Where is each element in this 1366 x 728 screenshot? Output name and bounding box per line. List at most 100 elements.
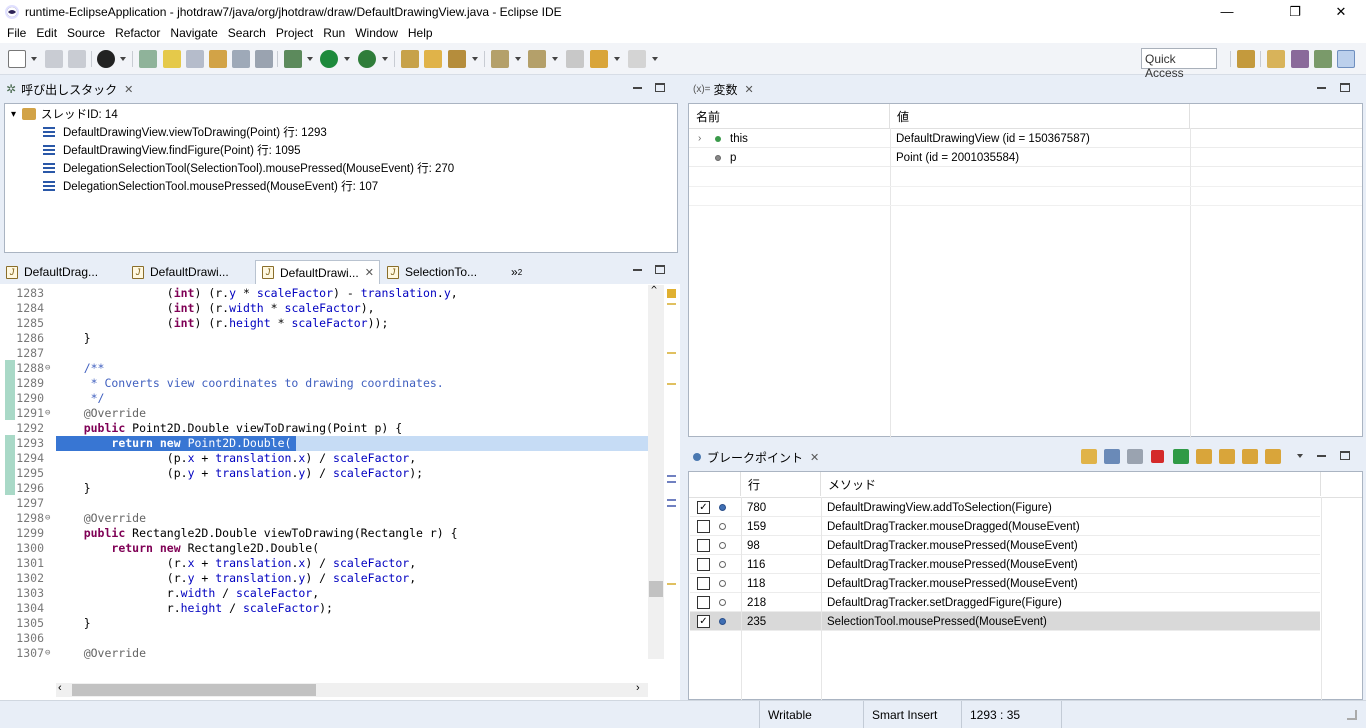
- breakpoints-tab[interactable]: ブレークポイント ✕: [687, 445, 825, 469]
- callstack-tab[interactable]: ✲ 呼び出しスタック ✕: [0, 77, 139, 101]
- breakpoint-row[interactable]: 98 DefaultDragTracker.mousePressed(MouseE…: [690, 536, 1320, 555]
- minimize-view-icon[interactable]: [1317, 455, 1326, 457]
- java-browsing-perspective-icon[interactable]: [1337, 50, 1355, 68]
- maximize-view-icon[interactable]: [1340, 451, 1350, 460]
- breakpoint-enabled-checkbox[interactable]: ✓: [697, 615, 710, 628]
- menu-run[interactable]: Run: [318, 26, 350, 40]
- debug-icon[interactable]: [284, 50, 302, 68]
- prev-edit-dropdown-icon[interactable]: [552, 57, 558, 61]
- overview-ruler[interactable]: [664, 285, 680, 659]
- debug-config-dropdown-icon[interactable]: [120, 57, 126, 61]
- insert-mode-status[interactable]: Smart Insert: [863, 701, 961, 728]
- code-line[interactable]: 1287: [0, 346, 664, 361]
- occurrence-marker[interactable]: [667, 352, 676, 354]
- breakpoint-row[interactable]: 116 DefaultDragTracker.mousePressed(Mouse…: [690, 555, 1320, 574]
- breakpoint-enabled-checkbox[interactable]: [697, 596, 710, 609]
- maximize-view-icon[interactable]: [655, 265, 665, 274]
- breakpoint-row[interactable]: 159 DefaultDragTracker.mouseDragged(Mouse…: [690, 517, 1320, 536]
- variable-row[interactable]: › this DefaultDrawingView (id = 15036758…: [689, 129, 1362, 148]
- code-line[interactable]: 1296 }: [0, 481, 664, 496]
- menu-help[interactable]: Help: [403, 26, 438, 40]
- close-button[interactable]: ✕: [1318, 0, 1364, 23]
- next-annotation-icon[interactable]: [186, 50, 204, 68]
- chevron-right-icon[interactable]: ›: [698, 129, 701, 148]
- fold-toggle-icon[interactable]: ⊖: [45, 646, 50, 659]
- run-external-dropdown-icon[interactable]: [382, 57, 388, 61]
- editor-tab[interactable]: J DefaultDrag...: [0, 260, 124, 284]
- menu-file[interactable]: File: [2, 26, 31, 40]
- code-line[interactable]: 1293 return new Point2D.Double(: [0, 436, 664, 451]
- resume-icon[interactable]: [1173, 449, 1189, 464]
- code-line[interactable]: 1283 (int) (r.y * scaleFactor) - transla…: [0, 286, 664, 301]
- search-dropdown-icon[interactable]: [472, 57, 478, 61]
- variable-row[interactable]: p Point (id = 2001035584): [689, 148, 1362, 167]
- code-line[interactable]: 1295 (p.y + translation.y) / scaleFactor…: [0, 466, 664, 481]
- code-line[interactable]: 1301 (r.x + translation.x) / scaleFactor…: [0, 556, 664, 571]
- open-type-icon[interactable]: [424, 50, 442, 68]
- step-return-icon[interactable]: [1242, 449, 1258, 464]
- maximize-view-icon[interactable]: [1340, 83, 1350, 92]
- breakpoint-enabled-checkbox[interactable]: [697, 520, 710, 533]
- code-line[interactable]: 1288 ⊖ /**: [0, 361, 664, 376]
- next-edit-icon[interactable]: [491, 50, 509, 68]
- stack-frame[interactable]: DelegationSelectionTool(SelectionTool).m…: [43, 159, 454, 177]
- breakpoint-enabled-checkbox[interactable]: [697, 539, 710, 552]
- editor-tab[interactable]: J SelectionTo...: [381, 260, 505, 284]
- chevron-down-icon[interactable]: ▾: [11, 109, 16, 120]
- menu-window[interactable]: Window: [350, 26, 403, 40]
- next-edit-dropdown-icon[interactable]: [515, 57, 521, 61]
- back-icon[interactable]: [590, 50, 608, 68]
- fold-toggle-icon[interactable]: ⊖: [45, 406, 50, 421]
- scroll-thumb[interactable]: [649, 581, 663, 597]
- close-icon[interactable]: ✕: [810, 451, 819, 464]
- run-dropdown-icon[interactable]: [344, 57, 350, 61]
- code-line[interactable]: 1285 (int) (r.height * scaleFactor));: [0, 316, 664, 331]
- warning-marker[interactable]: [667, 289, 676, 298]
- breakpoint-row[interactable]: 118 DefaultDragTracker.mousePressed(Mouse…: [690, 574, 1320, 593]
- code-line[interactable]: 1305 }: [0, 616, 664, 631]
- show-whitespace-icon[interactable]: [255, 50, 273, 68]
- column-header-line[interactable]: 行: [741, 472, 821, 496]
- chevron-left-icon[interactable]: ‹: [58, 682, 62, 694]
- fold-toggle-icon[interactable]: ⊖: [45, 361, 50, 376]
- menu-edit[interactable]: Edit: [31, 26, 62, 40]
- chevron-right-icon[interactable]: ›: [636, 682, 640, 694]
- code-line[interactable]: 1292 public Point2D.Double viewToDrawing…: [0, 421, 664, 436]
- column-header-enabled[interactable]: [689, 472, 741, 496]
- code-line[interactable]: 1302 (r.y + translation.y) / scaleFactor…: [0, 571, 664, 586]
- run-icon[interactable]: [320, 50, 338, 68]
- close-icon[interactable]: ✕: [365, 266, 374, 279]
- code-line[interactable]: 1303 r.width / scaleFactor,: [0, 586, 664, 601]
- variables-tab[interactable]: (x)= 変数 ✕: [687, 77, 760, 101]
- scroll-thumb[interactable]: [72, 684, 316, 696]
- breakpoint-settings-icon[interactable]: [1127, 449, 1143, 464]
- menu-project[interactable]: Project: [271, 26, 318, 40]
- thread-node[interactable]: ▾ スレッドID: 14: [11, 105, 118, 123]
- code-line[interactable]: 1286 }: [0, 331, 664, 346]
- debug-dropdown-icon[interactable]: [307, 57, 313, 61]
- restore-button[interactable]: ❐: [1272, 0, 1318, 23]
- menu-navigate[interactable]: Navigate: [165, 26, 222, 40]
- drop-to-frame-icon[interactable]: [1265, 449, 1281, 464]
- code-line[interactable]: 1289 * Converts view coordinates to draw…: [0, 376, 664, 391]
- occurrence-marker[interactable]: [667, 499, 676, 501]
- save-all-icon[interactable]: [68, 50, 86, 68]
- stack-frame[interactable]: DefaultDrawingView.findFigure(Point) 行: …: [43, 141, 301, 159]
- column-header-method[interactable]: メソッド: [821, 472, 1321, 496]
- chevron-up-icon[interactable]: ^: [651, 285, 657, 296]
- quick-access-input[interactable]: Quick Access: [1141, 48, 1217, 80]
- breakpoint-row[interactable]: 218 DefaultDragTracker.setDraggedFigure(F…: [690, 593, 1320, 612]
- breakpoint-row[interactable]: ✓ 780 DefaultDrawingView.addToSelection(Fi…: [690, 498, 1320, 517]
- occurrence-marker[interactable]: [667, 383, 676, 385]
- view-menu-icon[interactable]: [1297, 454, 1303, 458]
- run-external-icon[interactable]: [358, 50, 376, 68]
- code-line[interactable]: 1300 return new Rectangle2D.Double(: [0, 541, 664, 556]
- toggle-mark-occurrences-icon[interactable]: [163, 50, 181, 68]
- code-line[interactable]: 1290 */: [0, 391, 664, 406]
- breakpoint-enabled-checkbox[interactable]: [697, 577, 710, 590]
- toggle-block-selection-icon[interactable]: [209, 50, 227, 68]
- column-header-value[interactable]: 値: [890, 104, 1190, 128]
- maximize-view-icon[interactable]: [655, 83, 665, 92]
- breakpoint-row[interactable]: ✓ 235 SelectionTool.mousePressed(MouseEven…: [690, 612, 1320, 631]
- occurrence-marker[interactable]: [667, 481, 676, 483]
